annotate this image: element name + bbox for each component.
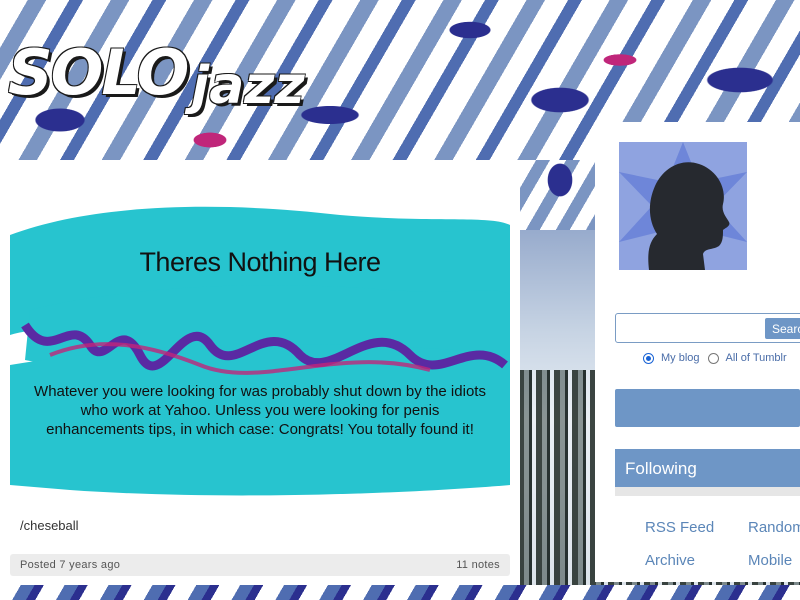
background-jazz-pattern-bottom (0, 585, 800, 600)
post-date-link[interactable]: Posted 7 years ago (20, 559, 120, 571)
sidebar: Search My blog All of Tumblr Following R… (595, 122, 800, 582)
following-list (615, 487, 800, 496)
radio-my-blog[interactable] (643, 352, 654, 364)
jazz-cup-graphic (10, 206, 510, 496)
image-body-text: Whatever you were looking for was probab… (34, 383, 486, 438)
blog-logo[interactable]: SOLO jazz (8, 34, 305, 113)
radio-my-blog-label[interactable]: My blog (661, 352, 700, 364)
mobile-link[interactable]: Mobile (748, 552, 792, 569)
post-notes-link[interactable]: 11 notes (456, 559, 500, 571)
avatar[interactable] (619, 142, 747, 270)
archive-link[interactable]: Archive (645, 552, 695, 569)
post-footer: Posted 7 years ago 11 notes (10, 554, 510, 576)
post-caption: /cheseball (20, 518, 79, 533)
radio-all-tumblr-label[interactable]: All of Tumblr (726, 352, 787, 364)
search-button[interactable]: Search (765, 318, 800, 339)
person-silhouette-icon (619, 142, 747, 270)
post-image[interactable]: Theres Nothing Here Whatever you were lo… (10, 195, 510, 500)
post-card: Theres Nothing Here Whatever you were lo… (0, 160, 520, 585)
image-title: Theres Nothing Here (139, 247, 381, 277)
background-jazz-pattern-side (520, 160, 595, 230)
rss-feed-link[interactable]: RSS Feed (645, 519, 714, 536)
search-scope: My blog All of Tumblr (643, 352, 795, 364)
sidebar-blue-bar[interactable] (615, 389, 800, 427)
following-header: Following (615, 449, 800, 487)
logo-solo-text: SOLO (8, 36, 189, 109)
radio-all-tumblr[interactable] (707, 352, 719, 364)
logo-jazz-text: jazz (191, 56, 305, 116)
random-link[interactable]: Random (748, 519, 800, 536)
